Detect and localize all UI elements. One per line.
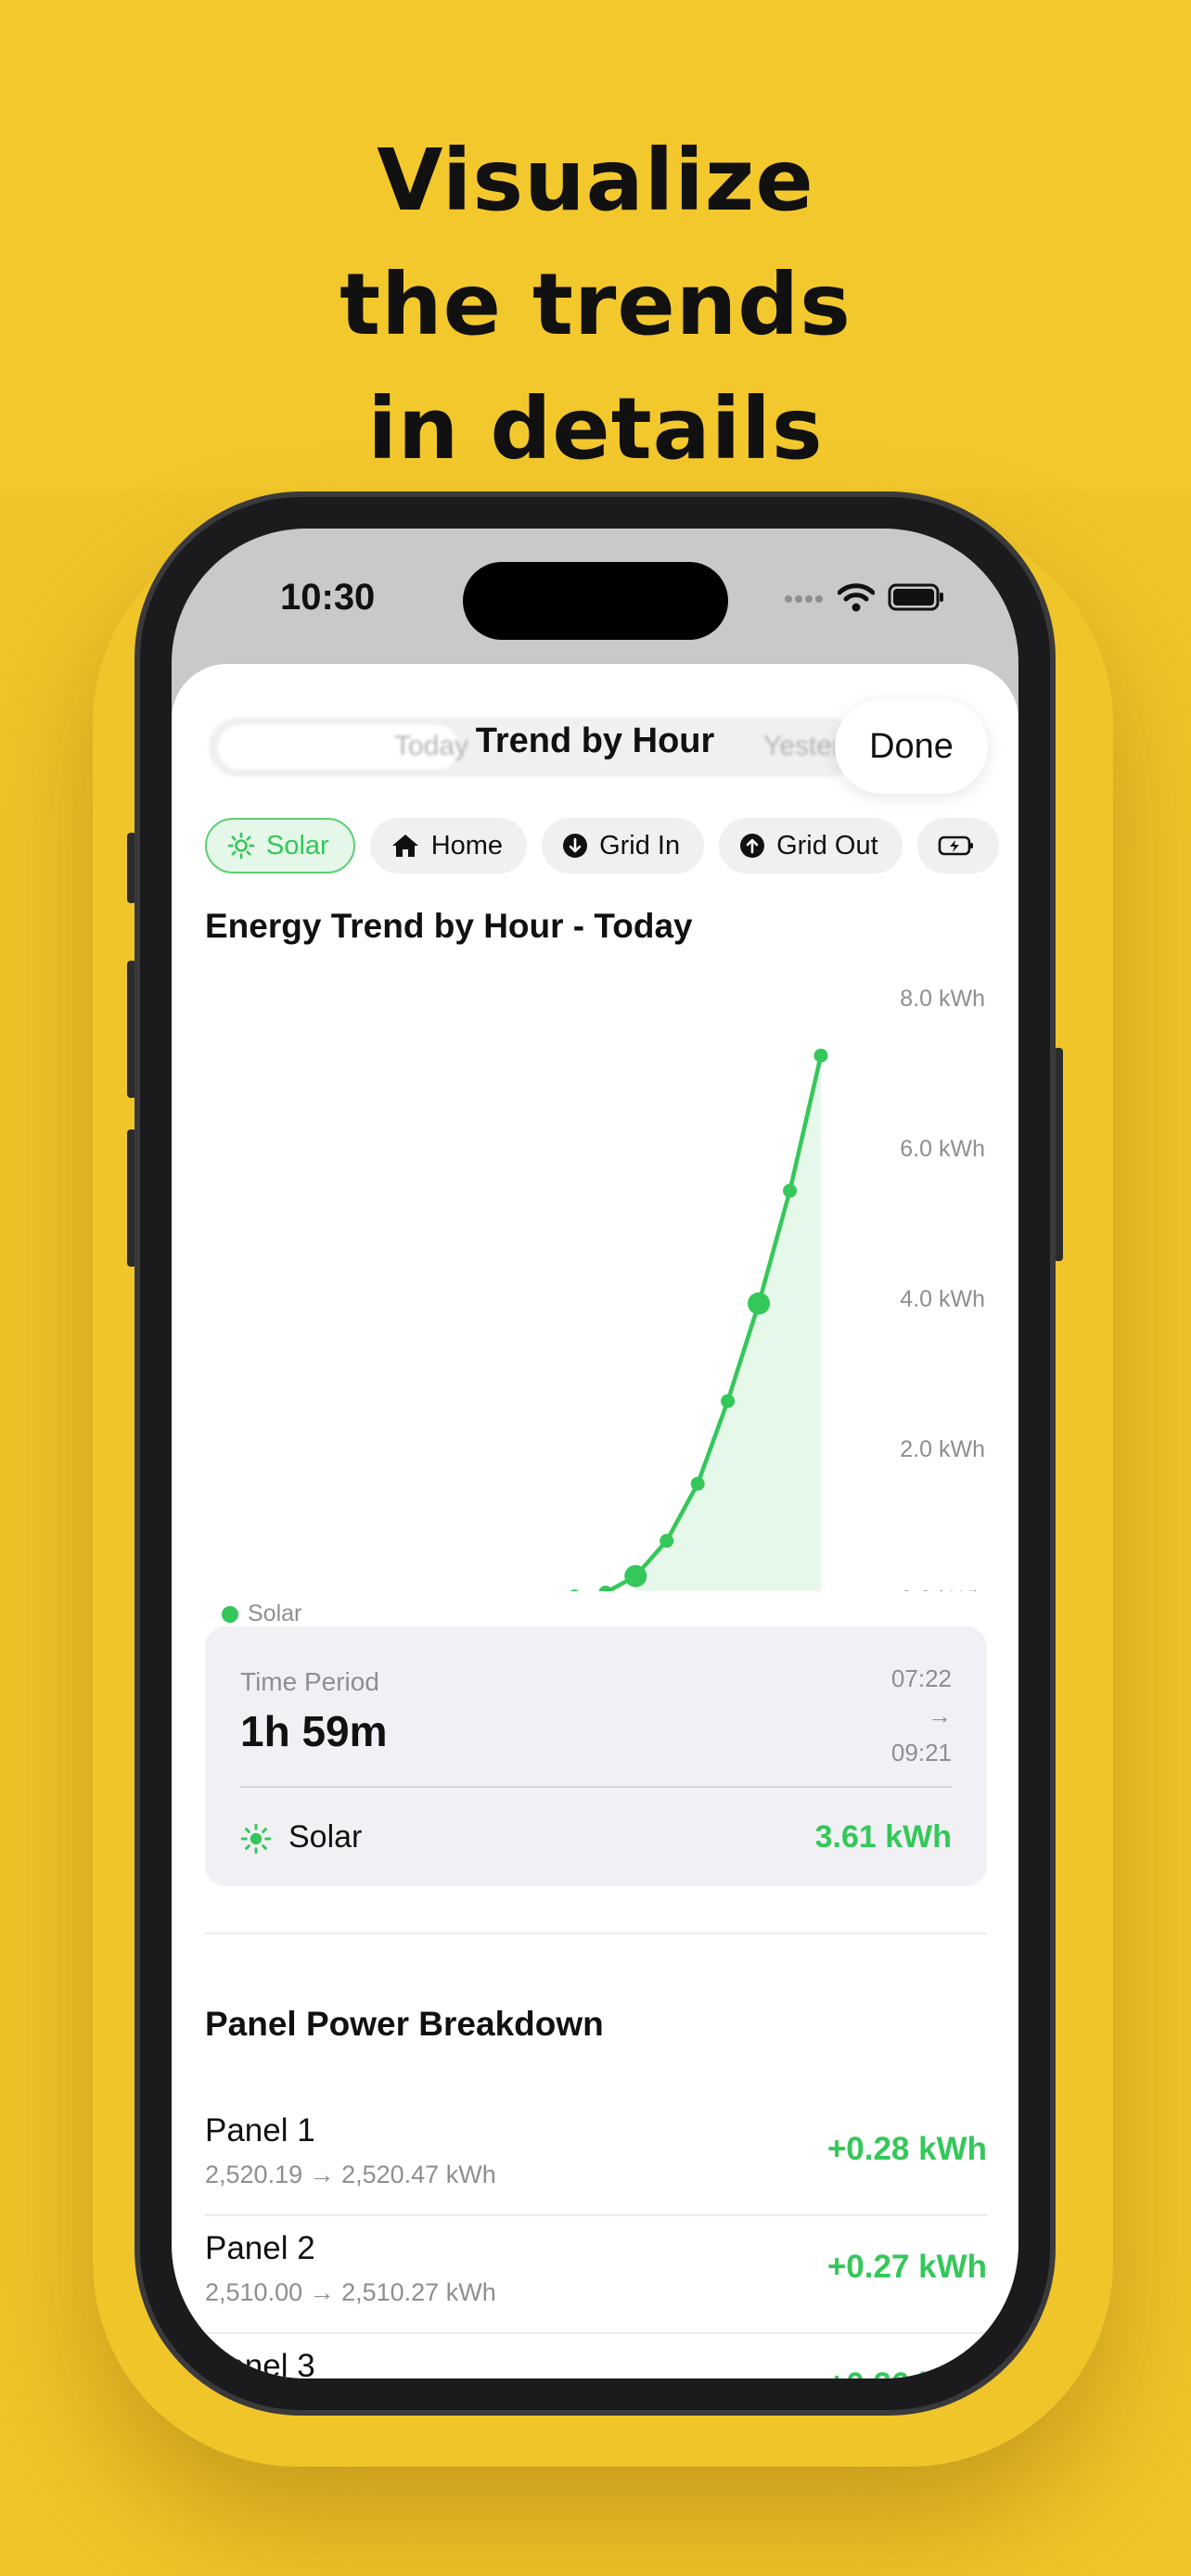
chip-grid-out[interactable]: Grid Out: [719, 818, 903, 874]
time-period-label: Time Period: [240, 1667, 379, 1696]
y-tick-label: 0.0 kWh: [900, 1587, 985, 1591]
panel-row-3[interactable]: Panel 3 +0.26 kWh: [205, 2333, 987, 2378]
data-point: [721, 1394, 736, 1409]
panel-name: Panel 3: [205, 2348, 315, 2378]
legend-solar-label: Solar: [248, 1600, 302, 1626]
headline-line-1: Visualize: [377, 131, 814, 230]
data-point: [813, 1048, 828, 1063]
data-point: [690, 1476, 705, 1491]
chip-home[interactable]: Home: [369, 818, 528, 874]
chip-solar[interactable]: Solar: [205, 818, 355, 874]
selection-summary-card: Time Period 1h 59m 07:22 → 09:21 Solar 3…: [205, 1626, 987, 1886]
summary-metric-value: 3.61 kWh: [814, 1819, 952, 1855]
chip-solar-label: Solar: [266, 830, 329, 861]
energy-trend-chart[interactable]: 0.0 kWh2.0 kWh4.0 kWh6.0 kWh8.0 kWh00:26…: [172, 942, 1018, 1591]
panel-range: 2,510.00 → 2,510.27 kWh: [205, 2278, 496, 2306]
panel-range: 2,520.19 → 2,520.47 kWh: [205, 2161, 496, 2188]
panel-name: Panel 2: [205, 2230, 315, 2266]
panel-row-2[interactable]: Panel 2 2,510.00 → 2,510.27 kWh +0.27 kW…: [205, 2215, 987, 2332]
chip-battery[interactable]: [916, 818, 999, 874]
range-arrow: →: [928, 1702, 952, 1729]
range-end: 09:21: [890, 1739, 952, 1766]
metric-chips: Solar Home Grid In Grid Out: [205, 818, 1018, 877]
wifi-icon: [838, 583, 875, 612]
phone-screen: 10:30 Today Yesterday Trend by Hour Done…: [172, 529, 1018, 2378]
y-tick-label: 8.0 kWh: [900, 986, 985, 1012]
dynamic-island: [463, 562, 728, 640]
data-point: [598, 1586, 613, 1591]
chip-grid-out-label: Grid Out: [776, 830, 878, 861]
arrow-up-circle-icon: [740, 834, 765, 858]
data-point: [783, 1183, 798, 1198]
data-point: [660, 1534, 674, 1549]
chip-grid-in-label: Grid In: [599, 830, 681, 861]
battery-status-icon: [888, 583, 943, 611]
status-icons: [784, 579, 945, 616]
y-tick-label: 6.0 kWh: [900, 1136, 985, 1162]
time-period-value: 1h 59m: [240, 1707, 388, 1755]
chip-home-label: Home: [430, 830, 504, 861]
sun-icon: [240, 1823, 272, 1855]
trend-sheet: Today Yesterday Trend by Hour Done Solar: [172, 664, 1018, 2378]
data-point: [748, 1292, 771, 1315]
y-tick-label: 4.0 kWh: [900, 1286, 985, 1312]
done-button[interactable]: Done: [835, 699, 988, 794]
chart-title: Energy Trend by Hour - Today: [205, 907, 693, 945]
headline-line-2: the trends: [339, 255, 852, 354]
headline: Visualize the trends in details: [0, 119, 1191, 491]
breakdown-title: Panel Power Breakdown: [205, 2005, 604, 2043]
status-bar: 10:30: [172, 529, 1018, 658]
status-time: 10:30: [280, 577, 376, 618]
panel-row-1[interactable]: Panel 1 2,520.19 → 2,520.47 kWh +0.28 kW…: [205, 2098, 987, 2214]
chip-grid-in[interactable]: Grid In: [542, 818, 705, 874]
headline-line-3: in details: [367, 379, 824, 478]
range-start: 07:22: [890, 1664, 952, 1692]
card-divider: [240, 1786, 952, 1788]
panel-delta: +0.26 kWh: [827, 2366, 987, 2378]
summary-metric-label: Solar: [288, 1819, 363, 1855]
time-range: 07:22 → 09:21: [891, 1660, 952, 1771]
battery-icon: [938, 835, 973, 856]
data-point: [624, 1564, 647, 1588]
house-icon: [391, 835, 418, 857]
section-divider: [205, 1932, 987, 1934]
panel-name: Panel 1: [205, 2112, 315, 2149]
data-point: [570, 1589, 580, 1591]
panel-delta: +0.27 kWh: [826, 2249, 987, 2285]
sun-icon: [227, 832, 255, 860]
chart-legend: Solar: [222, 1600, 301, 1627]
y-tick-label: 2.0 kWh: [900, 1436, 985, 1462]
panel-delta: +0.28 kWh: [826, 2131, 987, 2167]
arrow-down-circle-icon: [563, 834, 588, 858]
selection-area: [635, 1055, 821, 1591]
legend-solar-dot: [222, 1605, 238, 1623]
cellular-signal-icon: [785, 595, 823, 603]
